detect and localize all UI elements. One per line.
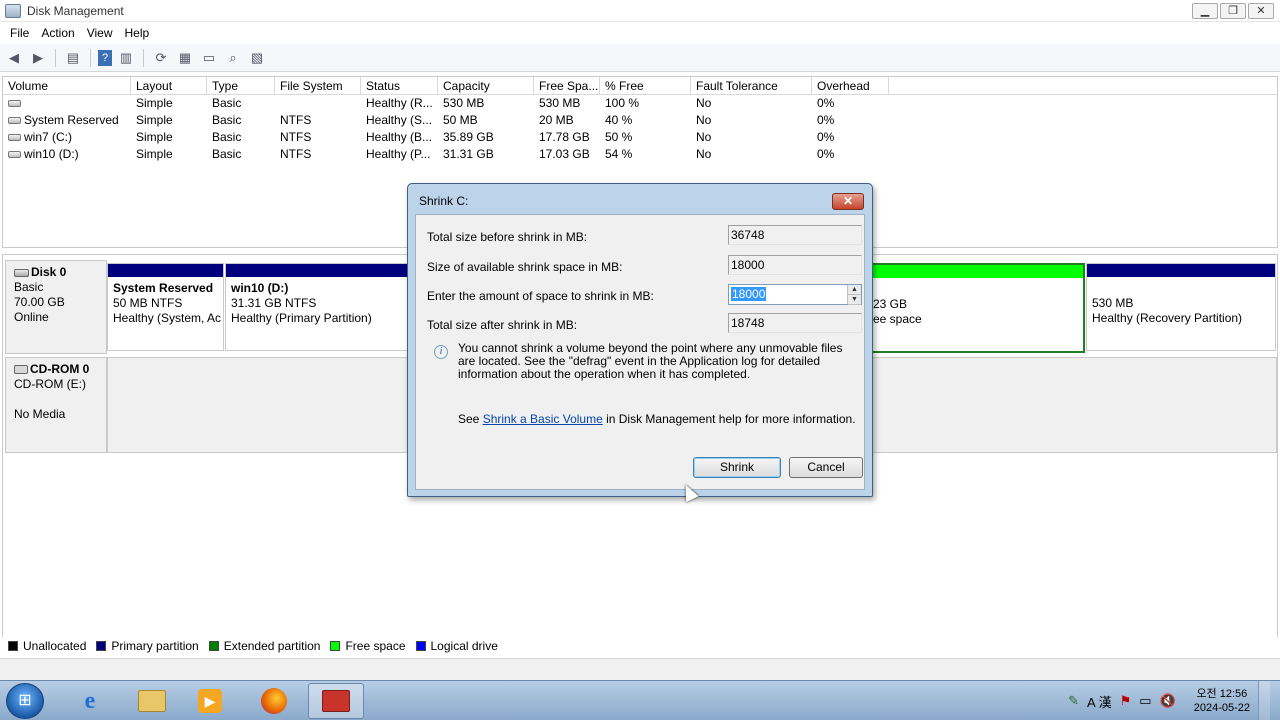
volume-icon	[8, 134, 21, 142]
open-folder-icon[interactable]: ▭	[199, 48, 219, 68]
col-percent-free[interactable]: % Free	[600, 77, 691, 94]
menu-file[interactable]: File	[4, 26, 35, 40]
free-space-bar	[873, 265, 1083, 278]
disk-icon	[14, 268, 29, 277]
legend-logical-drive: Logical drive	[415, 639, 498, 653]
legend-unallocated: Unallocated	[8, 639, 86, 653]
dialog-body: Total size before shrink in MB: 36748 Si…	[415, 214, 865, 490]
volume-icon	[8, 100, 21, 108]
properties-icon[interactable]: ▦	[175, 48, 195, 68]
table-row[interactable]: win10 (D:) Simple Basic NTFS Healthy (P.…	[3, 146, 1277, 163]
spin-up-icon[interactable]: ▲	[848, 285, 861, 295]
available-shrink-label: Size of available shrink space in MB:	[427, 260, 623, 274]
back-arrow-icon[interactable]: ◀	[4, 48, 24, 68]
table-row[interactable]: System Reserved Simple Basic NTFS Health…	[3, 112, 1277, 129]
action-center-icon[interactable]: ⚑	[1120, 693, 1132, 709]
table-row[interactable]: Simple Basic Healthy (R... 530 MB 530 MB…	[3, 95, 1277, 112]
col-fault-tolerance[interactable]: Fault Tolerance	[691, 77, 812, 94]
cdrom0-label[interactable]: CD-ROM 0 CD-ROM (E:) No Media	[5, 357, 107, 453]
total-after-label: Total size after shrink in MB:	[427, 318, 578, 332]
total-before-label: Total size before shrink in MB:	[427, 230, 588, 244]
shrink-amount-label: Enter the amount of space to shrink in M…	[427, 289, 654, 303]
show-desktop-button[interactable]	[1258, 681, 1270, 720]
legend-extended-partition: Extended partition	[208, 639, 320, 653]
language-bar-icon[interactable]: ✎	[1068, 693, 1079, 709]
internet-explorer-icon[interactable]: e	[62, 683, 118, 719]
volume-icon	[8, 151, 21, 159]
legend-free-space: Free space	[330, 639, 406, 653]
window-title: Disk Management	[27, 3, 124, 18]
input-method-indicator[interactable]: A 漢	[1087, 692, 1112, 711]
menu-view[interactable]: View	[81, 26, 119, 40]
dialog-title: Shrink C:	[419, 194, 469, 208]
available-shrink-value: 18000	[728, 255, 862, 275]
primary-partition-bar	[1087, 264, 1275, 277]
dialog-close-button[interactable]: ✕	[832, 193, 864, 210]
shrink-amount-stepper[interactable]: ▲ ▼	[847, 285, 861, 305]
menu-bar: File Action View Help	[0, 22, 1280, 43]
col-type[interactable]: Type	[207, 77, 275, 94]
forward-arrow-icon[interactable]: ▶	[28, 48, 48, 68]
col-layout[interactable]: Layout	[131, 77, 207, 94]
help-line: See Shrink a Basic Volume in Disk Manage…	[458, 412, 856, 426]
volume-muted-icon[interactable]: 🔇	[1160, 693, 1176, 709]
title-bar: Disk Management ▁ ❐ ✕	[0, 0, 1280, 22]
legend: Unallocated Primary partition Extended p…	[2, 637, 1278, 655]
cancel-button[interactable]: Cancel	[789, 457, 863, 478]
legend-primary-partition: Primary partition	[96, 639, 199, 653]
media-player-icon[interactable]: ▶	[182, 683, 238, 719]
total-before-value: 36748	[728, 225, 862, 245]
list-properties-icon[interactable]: ▧	[247, 48, 267, 68]
start-button[interactable]: ⊞	[6, 683, 44, 719]
toolbar-separator	[55, 48, 56, 67]
taskbar: ⊞ e ▶ ✎ A 漢 ⚑ ▭ 🔇 오전 12:56 2024-05-22	[0, 680, 1280, 720]
toolbar-separator	[143, 48, 144, 67]
disk0-label[interactable]: Disk 0 Basic 70.00 GB Online	[5, 260, 107, 354]
restore-button[interactable]: ❐	[1220, 3, 1246, 19]
toolbar-separator	[90, 48, 91, 67]
partition-win10[interactable]: win10 (D:) 31.31 GB NTFS Healthy (Primar…	[225, 263, 411, 351]
shrink-basic-volume-help-link[interactable]: Shrink a Basic Volume	[483, 412, 603, 426]
system-tray: ✎ A 漢 ⚑ ▭ 🔇 오전 12:56 2024-05-22	[1068, 681, 1280, 720]
status-bar	[0, 658, 1280, 680]
network-icon[interactable]: ▭	[1139, 693, 1151, 709]
col-file-system[interactable]: File System	[275, 77, 361, 94]
disk-management-taskbar-icon[interactable]	[308, 683, 364, 719]
shrink-amount-input[interactable]: 18000 ▲ ▼	[728, 284, 862, 305]
file-explorer-icon[interactable]	[124, 683, 180, 719]
col-capacity[interactable]: Capacity	[438, 77, 534, 94]
toolbar: ◀ ▶ ▤ ? ▥ ⟳ ▦ ▭ ⌕ ▧	[0, 44, 1280, 72]
shrink-dialog: Shrink C: ✕ Total size before shrink in …	[407, 183, 873, 497]
volume-list-header: Volume Layout Type File System Status Ca…	[3, 77, 1277, 95]
firefox-icon[interactable]	[246, 683, 302, 719]
cdrom-icon	[14, 365, 28, 375]
primary-partition-bar	[108, 264, 223, 277]
refresh-icon[interactable]: ⟳	[151, 48, 171, 68]
total-after-value: 18748	[728, 313, 862, 333]
volume-icon	[8, 117, 21, 125]
show-hide-pane-icon[interactable]: ▥	[116, 48, 136, 68]
col-overhead[interactable]: Overhead	[812, 77, 889, 94]
col-free-space[interactable]: Free Spa...	[534, 77, 600, 94]
col-status[interactable]: Status	[361, 77, 438, 94]
clock[interactable]: 오전 12:56 2024-05-22	[1194, 687, 1250, 715]
explore-magnifier-icon[interactable]: ⌕	[223, 48, 243, 68]
partition-free-space[interactable]: 23 GB ee space	[871, 263, 1085, 353]
close-window-button[interactable]: ✕	[1248, 3, 1274, 19]
menu-help[interactable]: Help	[119, 26, 156, 40]
minimize-button[interactable]: ▁	[1192, 3, 1218, 19]
info-icon: i	[434, 345, 448, 359]
console-tree-icon[interactable]: ▤	[63, 48, 83, 68]
shrink-button[interactable]: Shrink	[693, 457, 781, 478]
col-volume[interactable]: Volume	[3, 77, 131, 94]
table-row[interactable]: win7 (C:) Simple Basic NTFS Healthy (B..…	[3, 129, 1277, 146]
info-message: You cannot shrink a volume beyond the po…	[458, 341, 843, 381]
spin-down-icon[interactable]: ▼	[848, 295, 861, 305]
partition-system-reserved[interactable]: System Reserved 50 MB NTFS Healthy (Syst…	[107, 263, 224, 351]
menu-action[interactable]: Action	[35, 26, 80, 40]
help-icon[interactable]: ?	[98, 49, 112, 66]
disk-management-icon	[5, 3, 21, 18]
primary-partition-bar	[226, 264, 410, 277]
partition-recovery[interactable]: 530 MB Healthy (Recovery Partition)	[1086, 263, 1276, 351]
